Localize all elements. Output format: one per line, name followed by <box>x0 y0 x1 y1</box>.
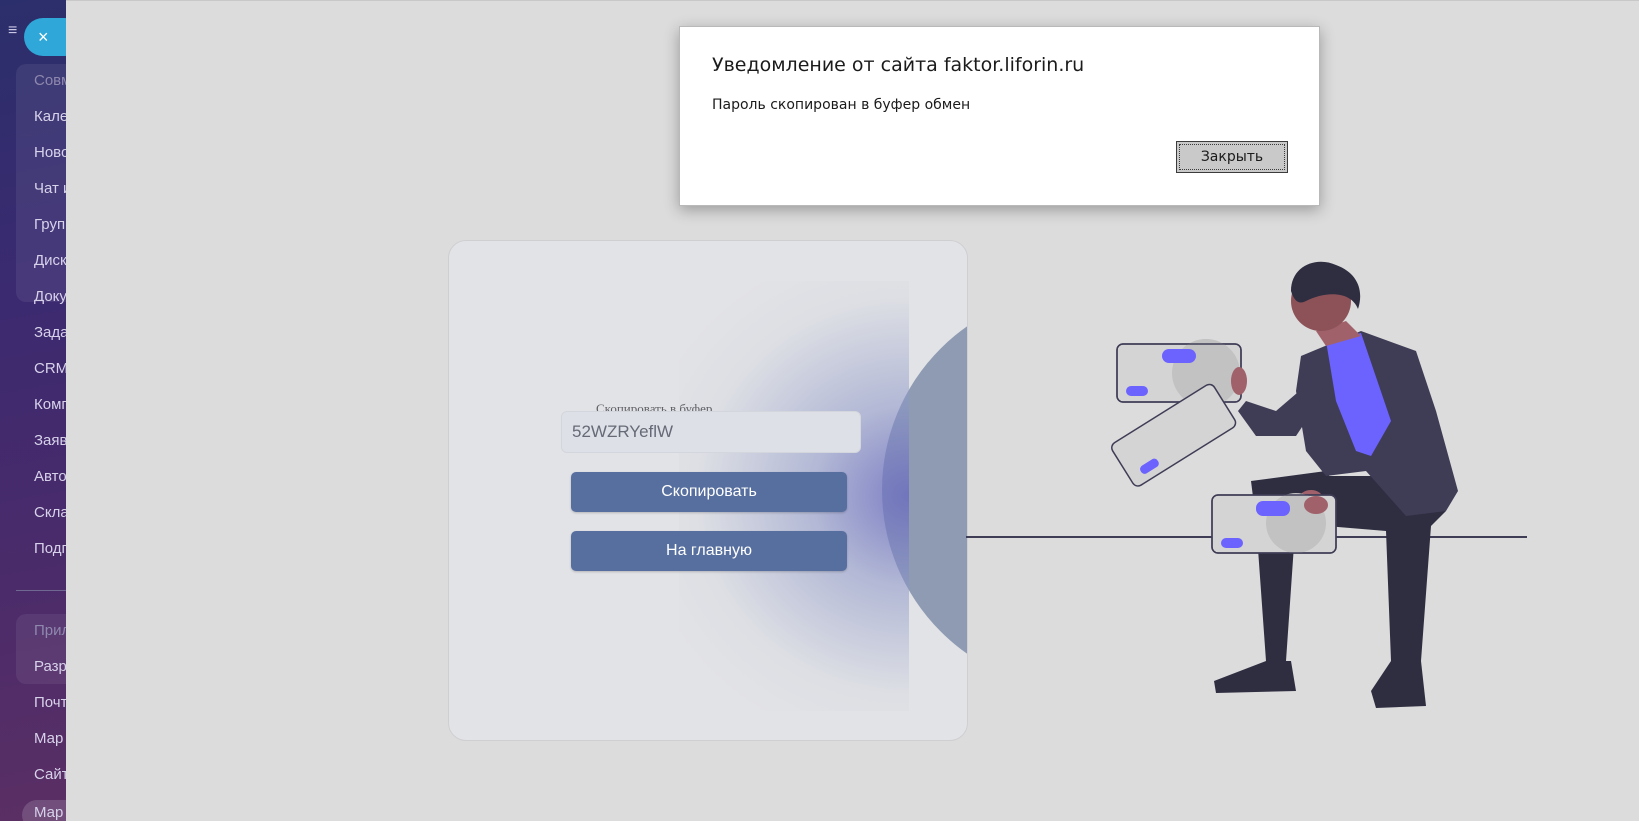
sidebar-item[interactable]: CRM <box>34 358 66 380</box>
sidebar-item[interactable]: Мар <box>34 728 63 750</box>
copy-button[interactable]: Скопировать <box>571 472 847 512</box>
card-illustration-3 <box>1211 493 1337 554</box>
alert-dialog: Уведомление от сайта faktor.liforin.ru П… <box>679 26 1320 206</box>
card-illustration-1 <box>1116 339 1242 407</box>
sidebar-item[interactable]: Кале <box>34 106 66 128</box>
sidebar-item[interactable]: Авто <box>34 466 66 488</box>
sidebar-item[interactable]: Мар <box>34 802 63 821</box>
person-figure <box>1214 261 1458 708</box>
home-button[interactable]: На главную <box>571 531 847 571</box>
sidebar-item[interactable]: Зада <box>34 322 66 344</box>
sidebar-item[interactable]: Прил <box>34 620 66 642</box>
dialog-title: Уведомление от сайта faktor.liforin.ru <box>712 54 1085 76</box>
password-card: Скопировать в буфер 52WZRYeflW Скопирова… <box>448 240 968 741</box>
sidebar-item[interactable]: Ново <box>34 142 66 164</box>
sidebar-item[interactable]: Комг <box>34 394 66 416</box>
sidebar-item[interactable]: Чат и <box>34 178 66 200</box>
sidebar-item[interactable]: Сайт <box>34 764 66 786</box>
sidebar-item[interactable]: Почт <box>34 692 66 714</box>
person-with-cards-illustration <box>966 261 1527 708</box>
sidebar-item[interactable]: Разр <box>34 656 66 678</box>
close-icon: × <box>38 27 49 47</box>
sidebar-item[interactable]: Доку <box>34 286 66 308</box>
password-field[interactable]: 52WZRYeflW <box>561 411 861 453</box>
sidebar-item[interactable]: Груп <box>34 214 65 236</box>
sidebar-item[interactable]: Скла <box>34 502 66 524</box>
sidebar-item[interactable]: Подг <box>34 538 66 560</box>
sidebar-item[interactable]: Диск <box>34 250 66 272</box>
dialog-close-button[interactable]: Закрыть <box>1176 141 1288 173</box>
dialog-message: Пароль скопирован в буфер обмен <box>712 97 971 113</box>
sidebar-divider <box>16 590 66 591</box>
sidebar-item[interactable]: Заяв <box>34 430 66 452</box>
left-sidebar: ≡ Совм Кале Ново Чат и Груп Диск Доку За… <box>0 0 66 821</box>
sidebar-item[interactable]: Совм <box>34 70 66 92</box>
